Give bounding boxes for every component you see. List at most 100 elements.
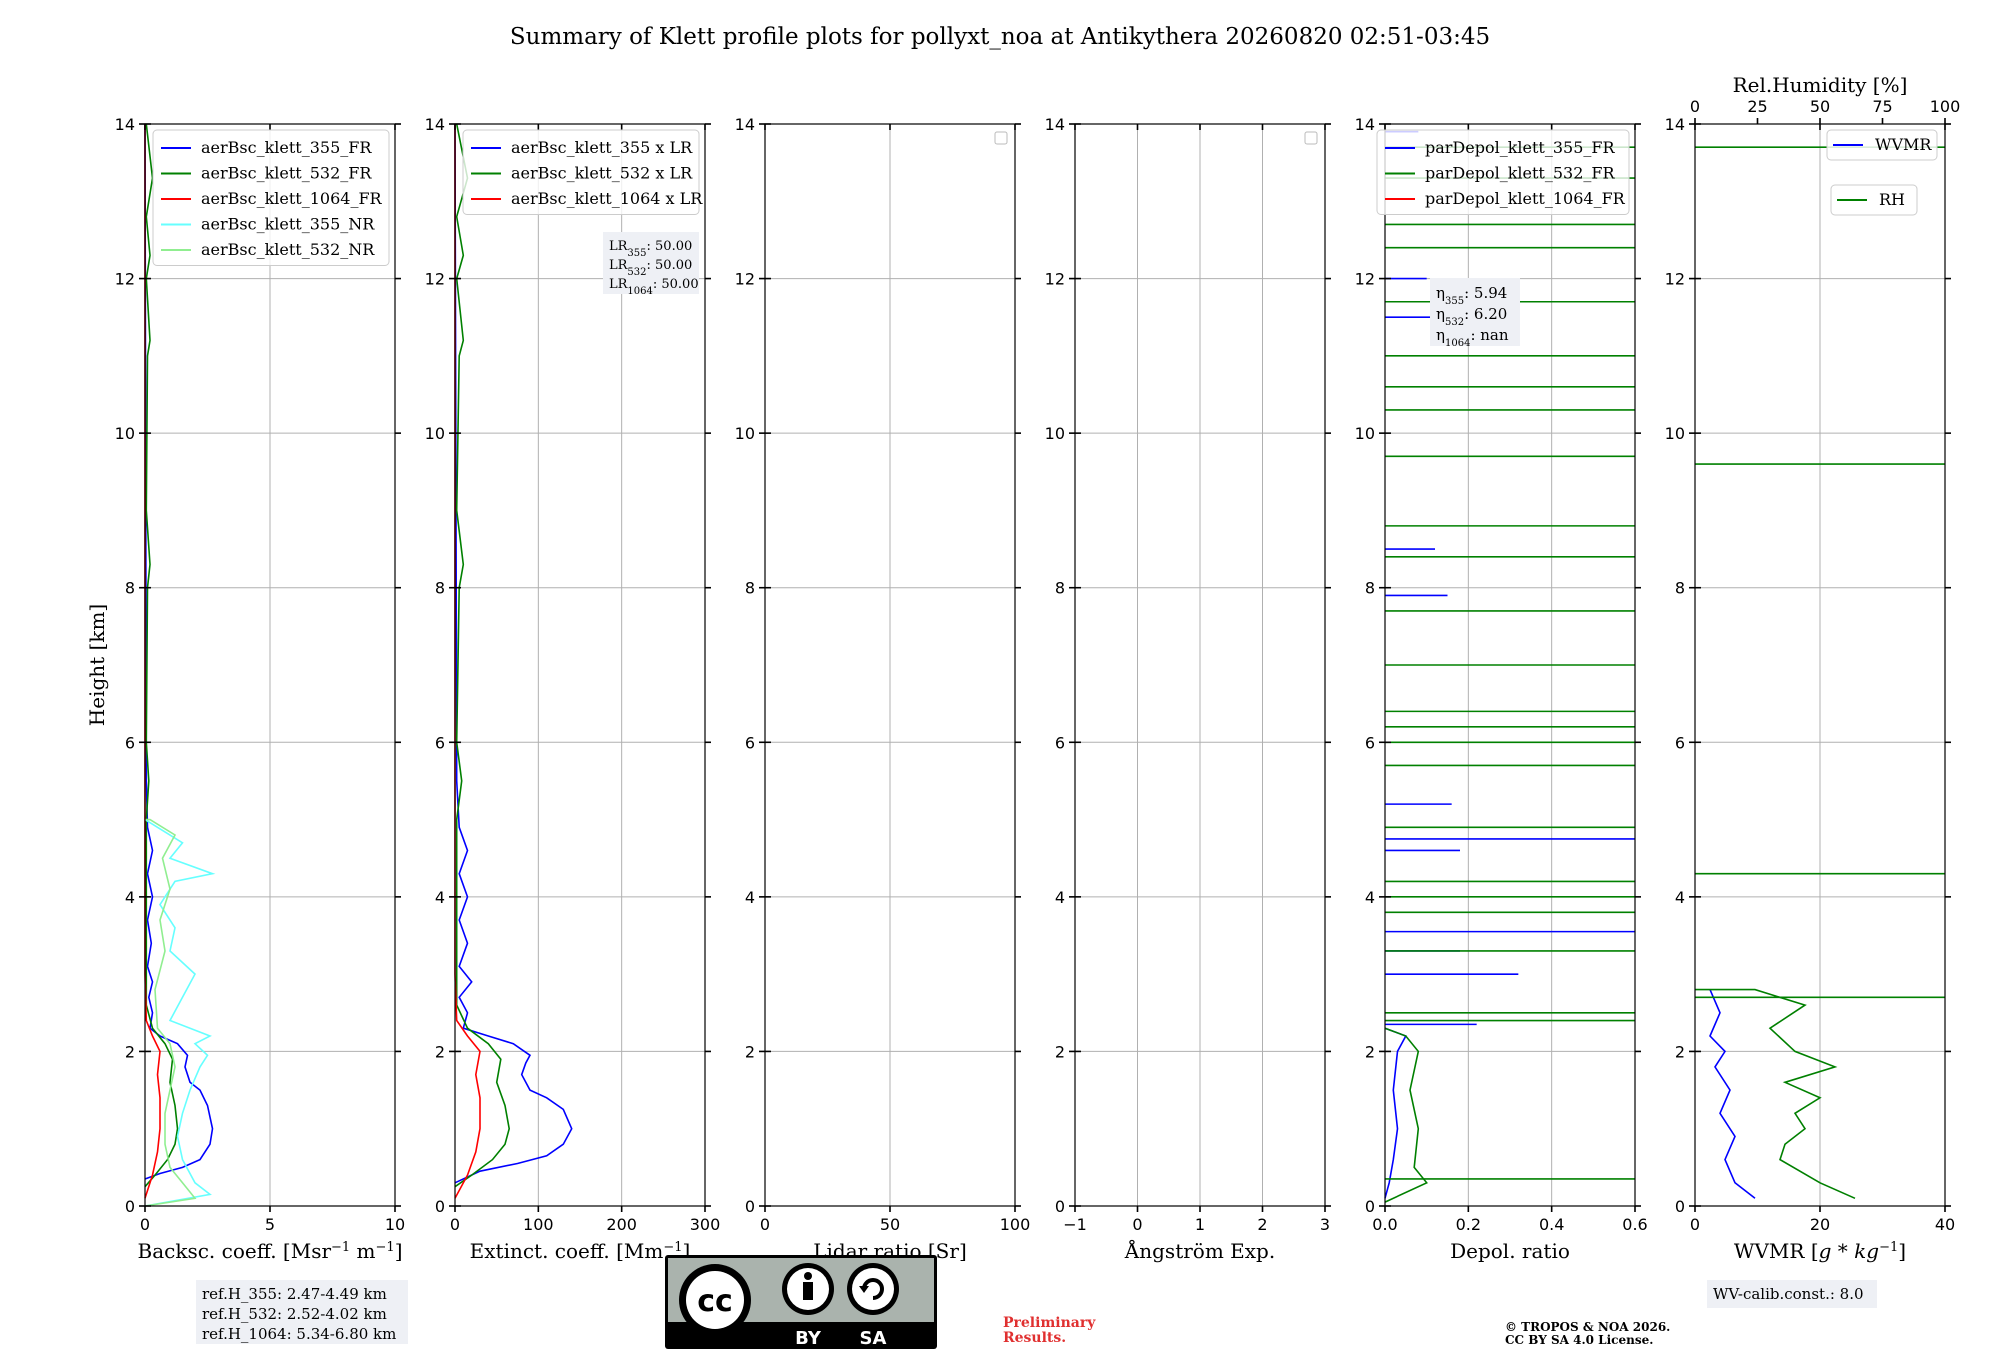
x-tick-label: 0 — [1132, 1215, 1142, 1234]
y-tick-label: 8 — [435, 579, 445, 598]
y-tick-label: 10 — [115, 424, 135, 443]
x-axis-label-part: WVMR [ — [1734, 1239, 1819, 1263]
annotation-symbol: LR — [609, 277, 629, 292]
annotation-subscript: 1064 — [627, 286, 652, 297]
y-tick-label: 10 — [1665, 424, 1685, 443]
y-tick-label: 2 — [125, 1042, 135, 1061]
legend: aerBsc_klett_355_FR aerBsc_klett_532_FRae… — [152, 129, 390, 266]
annotation-subscript: 355 — [1445, 296, 1464, 307]
legend-label: parDepol_klett_355_FR — [1425, 138, 1616, 157]
top-x-axis-label: Rel.Humidity [%] — [1733, 73, 1908, 97]
y-tick-label: 0 — [1675, 1197, 1685, 1216]
y-tick-label: 6 — [1675, 733, 1685, 752]
panels: 024681012140 5 10Backsc. coeff. [Msr−1 m−1… — [85, 73, 1960, 1344]
annotation-value: : 50.00 — [647, 258, 693, 273]
panel-angstrom: 02468101214−1 0 1 2 3Ångström Exp. — [1045, 115, 1331, 1263]
annotation-line: ref.H_1064: 5.34-6.80 km — [202, 1325, 396, 1343]
x-tick-label: 0.2 — [1456, 1215, 1481, 1234]
series-line-WVMR — [1709, 989, 1756, 1199]
annotation-subscript: 355 — [627, 248, 646, 259]
y-tick-label: 2 — [1675, 1042, 1685, 1061]
svg-text:cc: cc — [697, 1284, 733, 1319]
copyright-line-2: CC BY SA 4.0 License. — [1505, 1333, 1653, 1347]
annotation-value: : nan — [1470, 326, 1508, 344]
x-tick-label: 200 — [606, 1215, 637, 1234]
legend: aerBsc_klett_355 x LR aerBsc_klett_532 x … — [462, 129, 703, 215]
x-tick-label: 300 — [690, 1215, 721, 1234]
x-tick-label: 0 — [450, 1215, 460, 1234]
x-axis-label: WVMR [g * kg−1] — [1734, 1239, 1906, 1263]
x-axis-label-part: −1 — [376, 1240, 395, 1255]
legend-label: WVMR — [1875, 135, 1932, 154]
y-tick-label: 14 — [1355, 115, 1375, 134]
y-tick-label: 12 — [1045, 270, 1065, 289]
legend-label: parDepol_klett_532_FR — [1425, 164, 1616, 183]
legend-label: aerBsc_klett_355_FR — [201, 138, 372, 157]
series-line-aerBsc_klett_355_FR — [144, 123, 214, 1180]
panel-extinction: 0 2 4 6 8 10 12 14 0 100 200 300 Extinct. coeff. [Mm… — [425, 115, 721, 1263]
legend-label: RH — [1879, 190, 1905, 209]
legend-label: aerBsc_klett_532_NR — [201, 240, 375, 259]
annotation-symbol: η — [1436, 326, 1445, 344]
panel-lidar-ratio: 024681012140 50 100Lidar ratio [Sr] — [735, 115, 1031, 1263]
top-x-tick-label: 75 — [1872, 97, 1892, 116]
legend-wvmr: WVMR — [1826, 129, 1938, 161]
annotation-line: ref.H_355: 2.47-4.49 km — [202, 1285, 387, 1303]
y-tick-label: 4 — [435, 888, 445, 907]
empty-legend-box — [1304, 131, 1318, 145]
y-tick-label: 2 — [435, 1042, 445, 1061]
series-line-parDepol_klett_355_FR — [1384, 1027, 1407, 1199]
preliminary-line-1: Preliminary — [1003, 1315, 1096, 1331]
x-tick-label: 1 — [1195, 1215, 1205, 1234]
top-x-tick-label: 100 — [1930, 97, 1961, 116]
y-tick-label: 2 — [1055, 1042, 1065, 1061]
x-tick-label: 100 — [523, 1215, 554, 1234]
x-axis-label-part: g — [1819, 1239, 1832, 1263]
figure-title: Summary of Klett profile plots for polly… — [510, 24, 1490, 50]
y-tick-label: 0 — [1055, 1197, 1065, 1216]
y-axis-label: Height [km] — [85, 604, 109, 726]
x-tick-label: 100 — [1000, 1215, 1031, 1234]
legend: parDepol_klett_355_FR parDepol_klett_532_… — [1376, 129, 1630, 215]
top-x-tick-label: 0 — [1690, 97, 1700, 116]
annotation-subscript: 532 — [1445, 317, 1464, 328]
x-axis-label-part: m — [350, 1239, 375, 1263]
panel-backscatter: 024681012140 5 10Backsc. coeff. [Msr−1 m−1… — [85, 115, 408, 1344]
x-tick-label: 10 — [385, 1215, 405, 1234]
y-tick-label: 6 — [1055, 733, 1065, 752]
license-by: BY — [795, 1328, 822, 1349]
annotation-symbol: η — [1436, 284, 1445, 302]
y-tick-label: 6 — [1365, 733, 1375, 752]
y-tick-label: 4 — [1675, 888, 1685, 907]
y-tick-label: 6 — [745, 733, 755, 752]
annotation-value: : 50.00 — [647, 239, 693, 254]
x-tick-label: 0 — [140, 1215, 150, 1234]
x-axis-label-part: ] — [395, 1239, 403, 1263]
x-tick-label: 0 — [760, 1215, 770, 1234]
x-axis-label-part: −1 — [1879, 1240, 1898, 1255]
x-axis-label-part: * — [1831, 1239, 1854, 1263]
y-tick-label: 10 — [1355, 424, 1375, 443]
y-tick-label: 0 — [125, 1197, 135, 1216]
series-line-aerBsc_klett_355 x LR — [454, 123, 573, 1184]
series-line-parDepol_klett_532_FR — [1384, 1027, 1428, 1203]
annotation-value: : 6.20 — [1464, 305, 1507, 323]
legend-label: aerBsc_klett_1064 x LR — [511, 189, 703, 208]
y-tick-label: 10 — [425, 424, 445, 443]
x-tick-label: 0.6 — [1622, 1215, 1647, 1234]
legend-label: parDepol_klett_1064_FR — [1425, 189, 1626, 208]
legend-label: aerBsc_klett_532 x LR — [511, 164, 693, 183]
x-tick-label: −1 — [1063, 1215, 1087, 1234]
legend-label: aerBsc_klett_355 x LR — [511, 138, 693, 157]
annotation-value: : 5.94 — [1464, 284, 1507, 302]
y-tick-label: 12 — [735, 270, 755, 289]
x-axis-label: Extinct. coeff. [Mm−1] — [470, 1239, 691, 1263]
annotation-line: WV-calib.const.: 8.0 — [1713, 1285, 1864, 1303]
top-x-tick-label: 25 — [1747, 97, 1767, 116]
y-tick-label: 8 — [745, 579, 755, 598]
series-line-aerBsc_klett_355_NR — [144, 818, 216, 1207]
x-axis-label: Depol. ratio — [1450, 1239, 1570, 1263]
panel-water-vapor: 0 2 4 6 8 10 12 14 0 20 40 WVMR [g * kg−1] 0 25 50 75 10… — [1665, 73, 1961, 1308]
y-tick-label: 2 — [1365, 1042, 1375, 1061]
y-tick-label: 2 — [745, 1042, 755, 1061]
